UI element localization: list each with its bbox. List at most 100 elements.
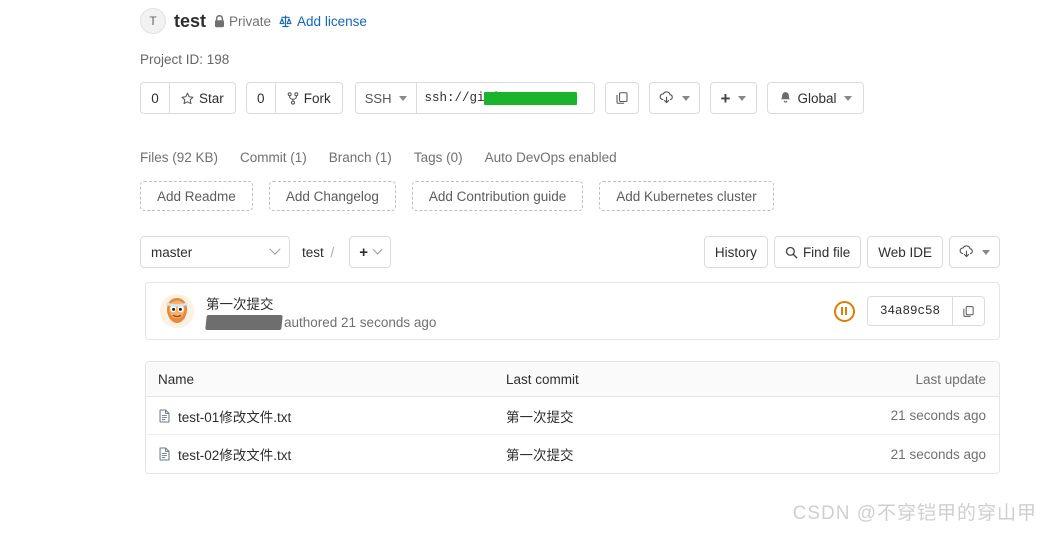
- download-source-dropdown[interactable]: [648, 82, 700, 114]
- project-action-bar: 0 Star 0 Fork SSH ssh://git@ + Global: [140, 82, 865, 114]
- chevron-down-icon: [982, 249, 990, 255]
- clone-protocol-dropdown[interactable]: SSH: [354, 82, 417, 114]
- gitlab-project-page: T test Private Add license Project ID: 1…: [0, 0, 1059, 535]
- commit-sha-group: 34a89c58: [866, 296, 985, 326]
- pipeline-pending-icon[interactable]: [833, 300, 855, 322]
- project-header: T test Private Add license: [140, 8, 367, 34]
- branch-name: master: [151, 244, 193, 260]
- chevron-down-icon: [681, 95, 690, 101]
- last-commit-card: 第一次提交 authored 21 seconds ago 34a89c58: [145, 282, 1000, 340]
- project-id: Project ID: 198: [140, 52, 230, 67]
- add-kubernetes-cluster-button[interactable]: Add Kubernetes cluster: [599, 181, 774, 211]
- table-row[interactable]: test-01修改文件.txt 第一次提交 21 seconds ago: [146, 397, 999, 435]
- download-cloud-icon: [959, 245, 974, 259]
- commit-info: 第一次提交 authored 21 seconds ago: [205, 293, 437, 330]
- quick-actions-row: Add Readme Add Changelog Add Contributio…: [140, 181, 774, 211]
- commit-right-group: 34a89c58: [833, 296, 985, 326]
- page-title: test: [174, 10, 207, 31]
- download-repo-dropdown[interactable]: [949, 236, 1000, 268]
- fork-button[interactable]: Fork: [275, 82, 343, 114]
- avatar: [160, 294, 194, 328]
- chevron-down-icon: [398, 95, 407, 101]
- breadcrumb: test /: [302, 245, 337, 260]
- column-header-last-update: Last update: [915, 371, 986, 387]
- bell-icon: [779, 91, 792, 105]
- watermark: CSDN @不穿铠甲的穿山甲: [792, 503, 1037, 524]
- plus-icon: +: [720, 88, 731, 108]
- project-avatar: T: [140, 8, 166, 34]
- column-header-name: Name: [158, 371, 195, 387]
- star-button[interactable]: Star: [170, 82, 236, 114]
- search-icon: [785, 246, 798, 259]
- column-header-last-commit: Last commit: [506, 371, 579, 387]
- copy-icon: [615, 92, 628, 104]
- find-file-label: Find file: [802, 244, 851, 260]
- history-button[interactable]: History: [703, 236, 768, 268]
- star-icon: [181, 92, 194, 105]
- table-header-row: Name Last commit Last update: [146, 362, 999, 397]
- star-label: Star: [199, 90, 224, 106]
- clone-url-redaction: [483, 92, 577, 105]
- add-readme-button[interactable]: Add Readme: [140, 181, 253, 211]
- fork-icon: [287, 91, 299, 105]
- branch-selector-row: master test / +: [140, 236, 392, 268]
- stat-commits[interactable]: Commit (1): [240, 150, 307, 165]
- chevron-down-icon: [372, 244, 383, 255]
- branch-dropdown[interactable]: master: [140, 236, 290, 268]
- file-tree-table: Name Last commit Last update test-01修改文件…: [145, 361, 1000, 474]
- chevron-down-icon: [844, 95, 853, 101]
- stat-files[interactable]: Files (92 KB): [140, 150, 218, 165]
- visibility-badge: Private: [214, 14, 271, 29]
- fork-label: Fork: [303, 90, 331, 106]
- web-ide-button[interactable]: Web IDE: [867, 236, 943, 268]
- add-license-link[interactable]: Add license: [279, 14, 367, 29]
- commit-sha[interactable]: 34a89c58: [866, 296, 953, 326]
- project-stats-row: Files (92 KB) Commit (1) Branch (1) Tags…: [140, 150, 617, 165]
- file-last-update: 21 seconds ago: [890, 408, 986, 423]
- file-last-update: 21 seconds ago: [890, 446, 986, 462]
- copy-commit-sha-button[interactable]: [953, 296, 985, 326]
- notification-label: Global: [797, 90, 837, 106]
- add-new-dropdown[interactable]: +: [709, 82, 758, 114]
- copy-clone-url-button[interactable]: [604, 82, 639, 114]
- copy-icon: [963, 305, 974, 317]
- breadcrumb-separator: /: [330, 244, 335, 260]
- file-icon: [158, 408, 171, 423]
- file-last-commit[interactable]: 第一次提交: [506, 406, 829, 426]
- add-to-tree-dropdown[interactable]: +: [349, 236, 392, 268]
- add-changelog-button[interactable]: Add Changelog: [268, 181, 396, 211]
- author-name-redaction: [205, 314, 283, 330]
- add-license-label: Add license: [297, 13, 367, 29]
- file-name-link[interactable]: test-01修改文件.txt: [178, 406, 291, 426]
- lock-icon: [214, 14, 225, 28]
- stat-auto-devops: Auto DevOps enabled: [484, 150, 617, 165]
- stat-tags[interactable]: Tags (0): [414, 150, 463, 165]
- scale-icon: [279, 15, 292, 28]
- plus-icon: +: [359, 243, 369, 261]
- commit-authored-text: authored 21 seconds ago: [284, 314, 437, 330]
- chevron-down-icon: [738, 95, 747, 101]
- clone-url-group: SSH ssh://git@ ::: [354, 82, 595, 114]
- breadcrumb-root[interactable]: test: [302, 245, 324, 260]
- fork-group[interactable]: 0 Fork: [245, 82, 343, 114]
- add-contribution-guide-button[interactable]: Add Contribution guide: [411, 181, 584, 211]
- user-avatar-icon: [160, 294, 194, 328]
- clone-url-input[interactable]: ssh://git@ ::: [416, 82, 595, 114]
- chevron-down-icon: [269, 243, 281, 255]
- star-group[interactable]: 0 Star: [140, 82, 236, 114]
- file-name-cell: test-02修改文件.txt: [146, 444, 506, 464]
- find-file-button[interactable]: Find file: [773, 236, 862, 268]
- commit-title[interactable]: 第一次提交: [206, 293, 436, 313]
- notification-setting-dropdown[interactable]: Global: [767, 82, 865, 114]
- file-name-link[interactable]: test-02修改文件.txt: [178, 444, 291, 464]
- repo-actions-row: History Find file Web IDE: [703, 236, 1000, 268]
- fork-count: 0: [245, 82, 276, 114]
- stat-branches[interactable]: Branch (1): [329, 150, 392, 165]
- file-last-commit[interactable]: 第一次提交: [506, 444, 829, 464]
- star-count: 0: [140, 82, 170, 114]
- file-icon: [158, 447, 171, 461]
- file-name-cell: test-01修改文件.txt: [146, 406, 506, 426]
- table-row[interactable]: test-02修改文件.txt 第一次提交 21 seconds ago: [146, 435, 999, 473]
- visibility-label: Private: [229, 13, 272, 29]
- commit-author-line: authored 21 seconds ago: [205, 314, 437, 330]
